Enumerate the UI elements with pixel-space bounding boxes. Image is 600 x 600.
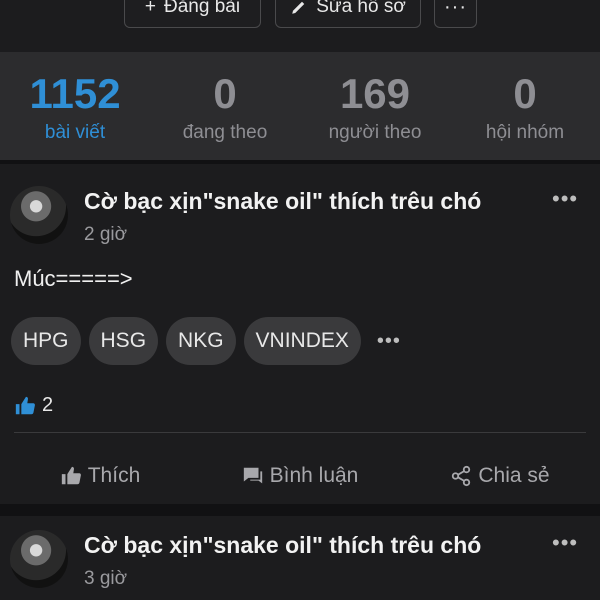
post-menu-button[interactable]: ••• [552,186,578,212]
stat-posts-label: bài viết [44,122,106,143]
like-button[interactable]: Thích [0,452,200,500]
tag-chip[interactable]: VNINDEX [243,317,361,365]
post-card: Cờ bạc xịn"snake oil" thích trêu chó 2 g… [0,164,600,504]
post-author-name[interactable]: Cờ bạc xịn"snake oil" thích trêu chó [84,188,481,215]
post-author-name[interactable]: Cờ bạc xịn"snake oil" thích trêu chó [84,532,481,559]
stat-posts[interactable]: 1152 bài viết [0,52,150,160]
author-avatar[interactable] [10,186,68,244]
stat-groups[interactable]: 0 hội nhóm [450,52,600,160]
author-avatar[interactable] [10,530,68,588]
tag-chip[interactable]: HPG [11,317,81,365]
post-menu-button[interactable]: ••• [552,530,578,556]
post-tags: HPG HSG NKG VNINDEX ••• [11,317,401,365]
comment-icon [243,467,262,484]
create-post-button[interactable]: + Đăng bài [124,0,261,28]
stat-groups-value: 0 [513,70,537,117]
plus-icon: + [144,0,157,17]
stat-followers-label: người theo [328,122,422,143]
comment-button[interactable]: Bình luận [200,452,400,500]
stat-following-label: đang theo [182,122,268,143]
share-button-label: Chia sẻ [478,464,550,487]
stat-following[interactable]: 0 đang theo [150,52,300,160]
create-post-label: Đăng bài [164,0,241,17]
post-actions: Thích Bình luận Chia sẻ [0,452,600,500]
tag-chip[interactable]: HSG [88,317,159,365]
more-options-label: ··· [444,0,467,18]
thumbs-up-icon [61,466,81,485]
post-timestamp: 2 giờ [84,224,128,245]
like-summary[interactable]: 2 [14,394,53,417]
tag-chip[interactable]: NKG [166,317,236,365]
stat-posts-value: 1152 [29,70,121,117]
share-button[interactable]: Chia sẻ [400,452,600,500]
more-options-button[interactable]: ··· [434,0,477,28]
edit-profile-button[interactable]: Sửa hồ sơ [275,0,421,28]
profile-toolbar: + Đăng bài Sửa hồ sơ ··· [0,0,600,52]
pencil-icon [292,1,305,14]
like-count: 2 [42,394,54,416]
post-separator [0,504,600,516]
post-divider [14,432,586,433]
like-button-label: Thích [87,464,141,487]
comment-button-label: Bình luận [269,464,359,487]
more-tags-button[interactable]: ••• [377,330,401,353]
post-content: Múc=====> [14,266,133,291]
share-icon [452,465,471,487]
stat-groups-label: hội nhóm [485,122,565,143]
profile-stats: 1152 bài viết 0 đang theo 169 người theo… [0,52,600,160]
thumbs-up-icon [15,396,35,414]
edit-profile-label: Sửa hồ sơ [316,0,406,17]
stat-followers-value: 169 [339,70,411,117]
post-timestamp: 3 giờ [84,568,128,589]
stat-following-value: 0 [213,70,237,117]
stat-followers[interactable]: 169 người theo [300,52,450,160]
post-card: Cờ bạc xịn"snake oil" thích trêu chó 3 g… [0,516,600,600]
